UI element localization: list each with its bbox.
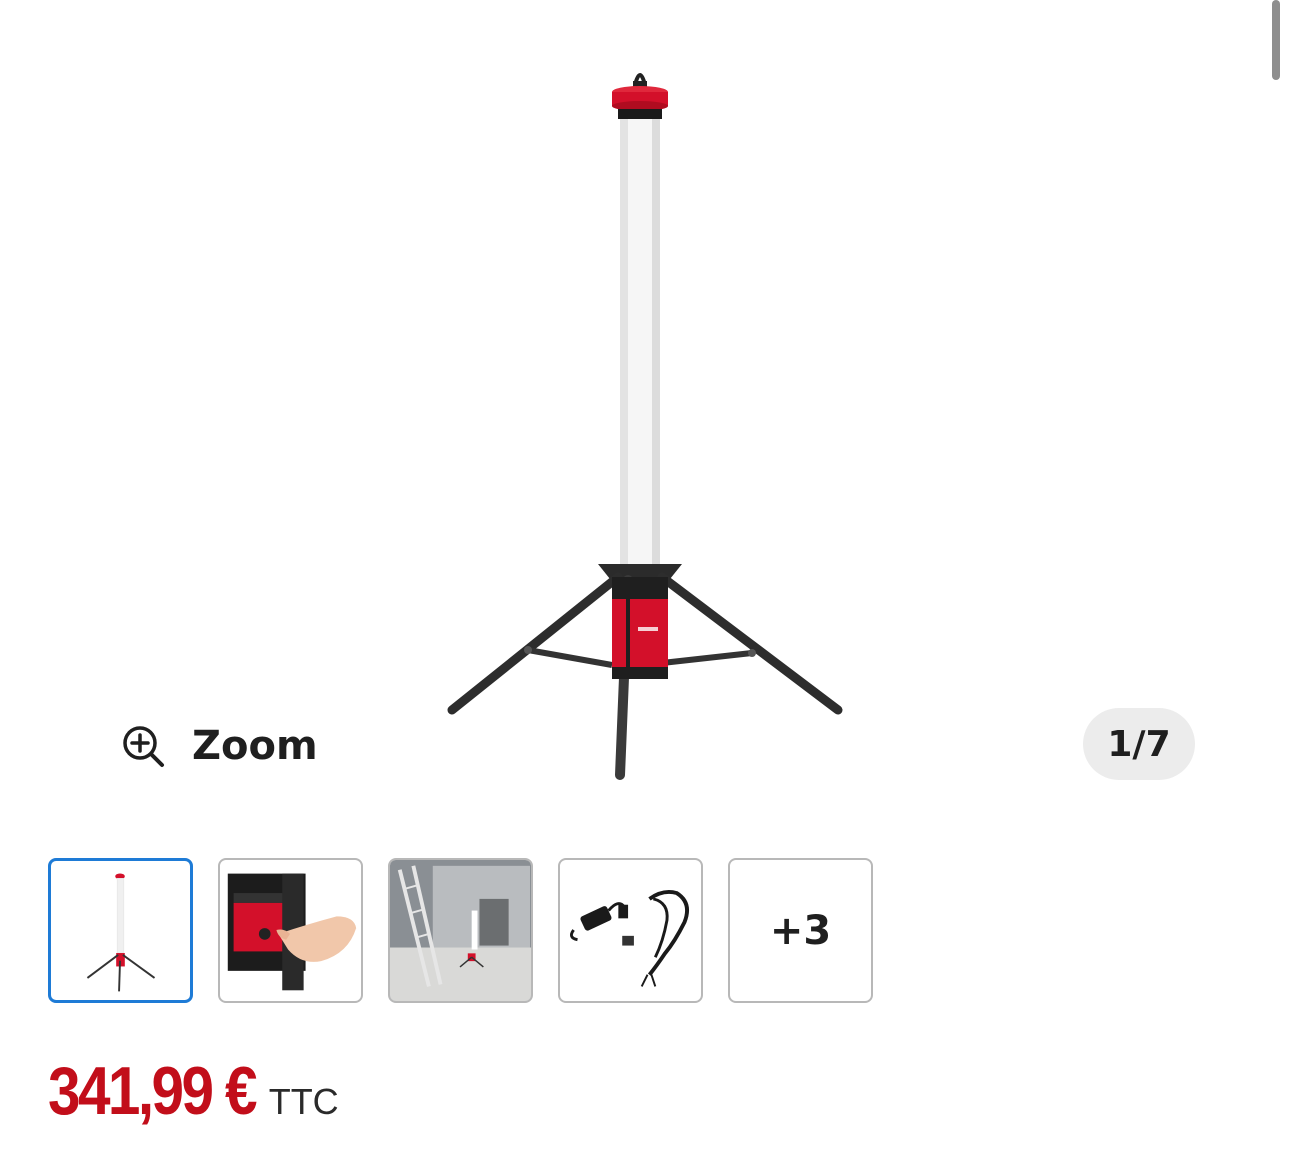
tax-label: TTC [268,1081,339,1122]
zoom-in-icon [123,726,164,767]
thumbnail-4[interactable] [558,858,703,1003]
image-counter: 1/7 [1083,708,1195,780]
main-product-image[interactable] [400,55,890,790]
thumbnail-3[interactable] [388,858,533,1003]
product-price: 341,99 € [48,1053,258,1129]
zoom-label: Zoom [192,723,318,769]
thumbnail-strip: +3 [48,858,873,1003]
thumbnail-2[interactable] [218,858,363,1003]
more-images-label: +3 [769,907,832,954]
thumbnail-1[interactable] [48,858,193,1003]
price-row: 341,99 € TTC [48,1052,339,1130]
zoom-button[interactable]: Zoom [120,718,318,774]
more-images-button[interactable]: +3 [728,858,873,1003]
scrollbar[interactable] [1272,0,1280,80]
